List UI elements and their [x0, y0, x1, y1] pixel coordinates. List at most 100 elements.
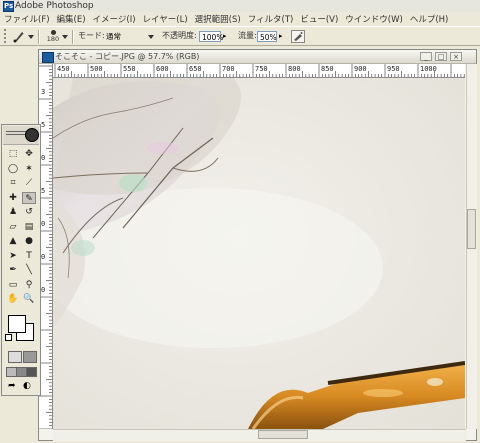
flow-field[interactable]: 50%: [257, 31, 277, 42]
photoshop-app-icon: Ps: [3, 1, 14, 12]
crop-tool-icon[interactable]: ⌗: [6, 177, 20, 189]
eyedropper-tool-icon[interactable]: ⚲: [22, 279, 36, 291]
quick-mask-mode-icon[interactable]: [23, 351, 37, 363]
opacity-field[interactable]: 100%: [199, 31, 223, 42]
ruler-horizontal-label: 600: [156, 65, 169, 73]
menu-filter[interactable]: フィルタ(T): [248, 13, 294, 25]
chevron-down-icon[interactable]: [28, 35, 34, 39]
document-title: そこそこ - コピー.JPG @ 57.7% (RGB): [55, 52, 200, 61]
notes-tool-icon[interactable]: ▭: [6, 279, 20, 291]
menu-view[interactable]: ビュー(V): [300, 13, 338, 25]
airbrush-toggle-icon[interactable]: [291, 30, 305, 43]
vertical-scroll-thumb[interactable]: [467, 209, 476, 249]
jump-to-imageready-icon[interactable]: ➦: [8, 381, 20, 391]
magic-wand-tool-icon[interactable]: ✶: [22, 163, 36, 175]
image-canvas[interactable]: [53, 78, 465, 429]
app-title: Adobe Photoshop: [15, 1, 94, 11]
vertical-scrollbar[interactable]: [466, 64, 477, 429]
type-tool-icon[interactable]: T: [22, 250, 36, 262]
dodge-tool-icon[interactable]: ●: [22, 235, 36, 247]
move-tool-icon[interactable]: ✥: [22, 148, 36, 160]
menu-layer[interactable]: レイヤー(L): [143, 13, 188, 25]
opacity-label: 不透明度:: [162, 31, 197, 40]
document-window: そこそこ - コピー.JPG @ 57.7% (RGB) _ □ × 450 50…: [38, 49, 477, 441]
ruler-vertical-label: 5: [41, 187, 45, 195]
options-bar: 180 モード: 通常 不透明度: 100% ▸ 流量: 50% ▸: [0, 26, 480, 46]
menu-bar: ファイル(F) 編集(E) イメージ(I) レイヤー(L) 選択範囲(S) フィ…: [0, 12, 480, 26]
ruler-vertical-label: 0: [41, 220, 45, 228]
brush-size-value: 180: [46, 35, 60, 43]
ruler-horizontal-label: 700: [222, 65, 235, 73]
tools-palette: ⬚ ✥ ◯ ✶ ⌗ ⟋ ✚ ✎ ♟ ↺ ▱ ▤ ▲ ● ➤ T ✒ ╲ ▭ ⚲ ✋ 🔍 ➦ ◐: [1, 124, 41, 396]
menu-window[interactable]: ウインドウ(W): [345, 13, 403, 25]
ruler-vertical-label: 3: [41, 88, 45, 96]
path-selection-tool-icon[interactable]: ➤: [6, 250, 20, 262]
ruler-horizontal-label: 800: [288, 65, 301, 73]
history-brush-tool-icon[interactable]: ↺: [22, 206, 36, 218]
menu-image[interactable]: イメージ(I): [93, 13, 136, 25]
ruler-horizontal-label: 500: [90, 65, 103, 73]
ruler-horizontal-label: 900: [354, 65, 367, 73]
divider: [72, 30, 74, 44]
default-colors-icon[interactable]: [5, 334, 12, 341]
chevron-down-icon[interactable]: [62, 35, 68, 39]
line-tool-icon[interactable]: ╲: [22, 264, 36, 276]
blur-tool-icon[interactable]: ▲: [6, 235, 20, 247]
ruler-vertical-label: 0: [41, 154, 45, 162]
ruler-vertical-label: 5: [41, 121, 45, 129]
menu-help[interactable]: ヘルプ(H): [410, 13, 449, 25]
mode-label: モード:: [78, 31, 105, 40]
opacity-slider-arrow-icon[interactable]: ▸: [223, 31, 231, 42]
mode-value: 通常: [106, 32, 121, 41]
imageready-icon[interactable]: ◐: [23, 381, 35, 391]
maximize-button[interactable]: □: [435, 52, 447, 61]
document-icon: [42, 52, 54, 63]
ruler-vertical[interactable]: 3 5 0 5 0 0 0: [39, 64, 53, 429]
hand-tool-icon[interactable]: ✋: [6, 293, 20, 305]
eraser-tool-icon[interactable]: ▱: [6, 221, 20, 233]
ruler-vertical-label: 0: [41, 286, 45, 294]
menu-edit[interactable]: 編集(E): [57, 13, 86, 25]
lasso-tool-icon[interactable]: ◯: [6, 163, 20, 175]
ruler-horizontal-label: 1000: [420, 65, 437, 73]
title-bar: Ps Adobe Photoshop: [0, 0, 480, 12]
ruler-horizontal-label: 950: [387, 65, 400, 73]
marquee-tool-icon[interactable]: ⬚: [6, 148, 20, 160]
standard-mode-icon[interactable]: [8, 351, 22, 363]
ruler-horizontal-label: 550: [123, 65, 136, 73]
ruler-horizontal[interactable]: 450 500 550 600 650 700 750 800 850 900 950 1000: [53, 64, 465, 78]
divider: [38, 30, 40, 44]
ruler-horizontal-label: 450: [57, 65, 70, 73]
clone-stamp-tool-icon[interactable]: ♟: [6, 206, 20, 218]
flow-label: 流量:: [238, 31, 257, 40]
menu-file[interactable]: ファイル(F): [4, 13, 50, 25]
gradient-tool-icon[interactable]: ▤: [22, 221, 36, 233]
tools-palette-header[interactable]: [3, 126, 39, 145]
document-title-bar[interactable]: そこそこ - コピー.JPG @ 57.7% (RGB) _ □ ×: [39, 50, 476, 64]
brush-tool-preset-icon[interactable]: [12, 29, 26, 43]
screen-mode-full-icon[interactable]: [26, 367, 37, 377]
horizontal-scroll-thumb[interactable]: [258, 430, 308, 439]
photo-image: [53, 78, 465, 429]
pen-tool-icon[interactable]: ✒: [6, 264, 20, 276]
healing-brush-tool-icon[interactable]: ✚: [6, 192, 20, 204]
ruler-horizontal-label: 850: [321, 65, 334, 73]
ruler-horizontal-ticks: 450 500 550 600 650 700 750 800 850 900 950 1000: [54, 64, 465, 77]
horizontal-scrollbar[interactable]: [53, 429, 466, 441]
close-button[interactable]: ×: [450, 52, 462, 61]
palette-grip: [6, 131, 26, 135]
foreground-color-swatch[interactable]: [8, 315, 26, 333]
brush-tool-icon[interactable]: ✎: [22, 191, 36, 204]
ruler-horizontal-label: 650: [189, 65, 202, 73]
flow-slider-arrow-icon[interactable]: ▸: [279, 31, 287, 42]
slice-tool-icon[interactable]: ⟋: [22, 177, 36, 189]
brush-size-picker[interactable]: 180: [45, 28, 61, 46]
feather-logo-icon: [25, 128, 39, 142]
ruler-vertical-label: 0: [41, 253, 45, 261]
minimize-button[interactable]: _: [420, 52, 432, 61]
zoom-tool-icon[interactable]: 🔍: [22, 293, 36, 305]
ruler-horizontal-label: 750: [255, 65, 268, 73]
chevron-down-icon[interactable]: [148, 35, 154, 39]
menu-select[interactable]: 選択範囲(S): [195, 13, 241, 25]
mode-select[interactable]: 通常: [104, 31, 154, 42]
